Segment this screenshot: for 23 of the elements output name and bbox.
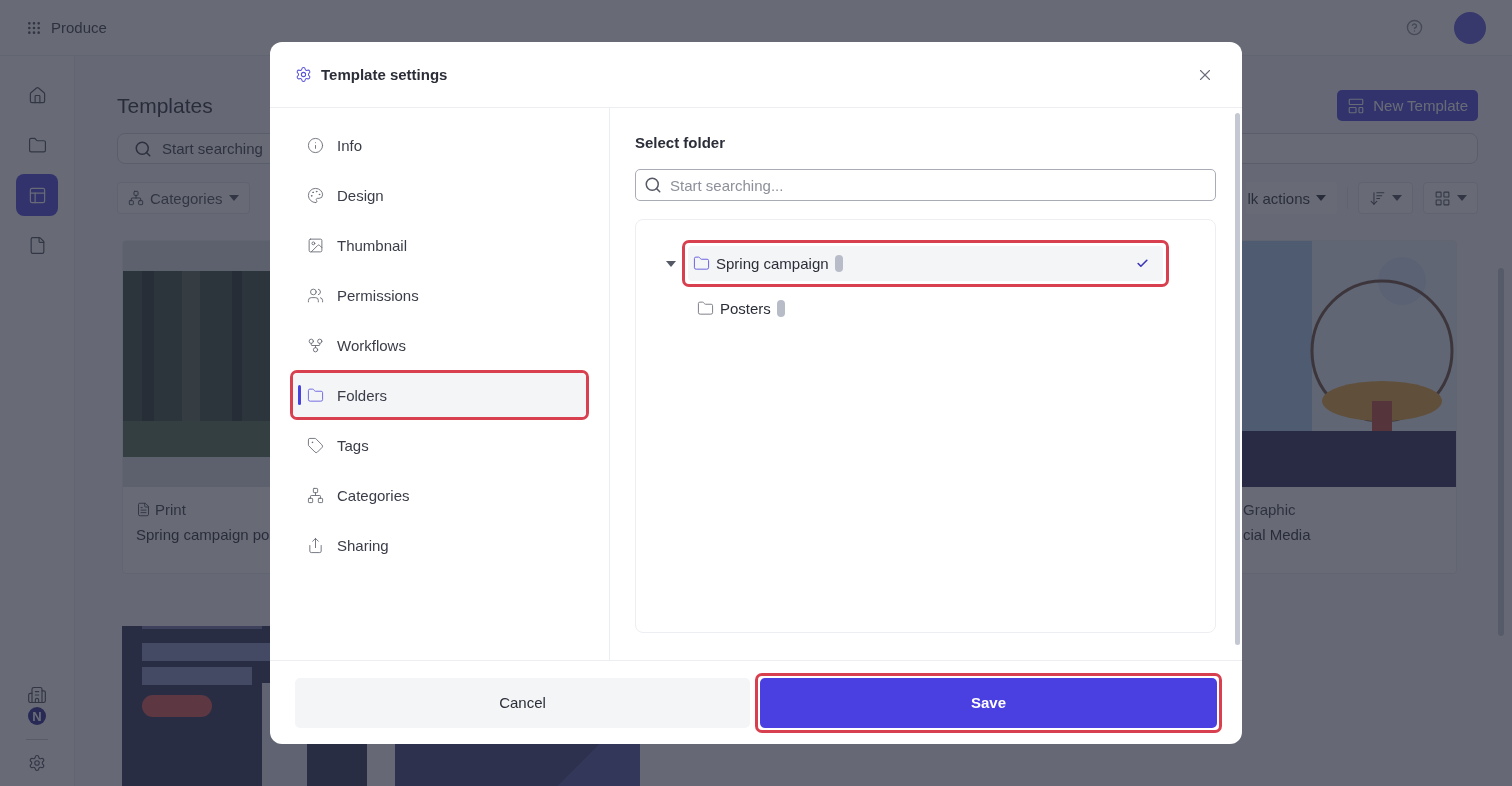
card-title: Spring campaign po — [136, 526, 270, 543]
dialog-title: Template settings — [321, 66, 449, 83]
folder-row[interactable]: Posters — [692, 291, 1169, 326]
card-category: Print — [155, 501, 186, 518]
folder-name: Posters — [720, 300, 771, 317]
settings-nav-item[interactable]: Sharing — [290, 520, 589, 570]
settings-nav-item[interactable]: Categories — [290, 470, 589, 520]
settings-nav-item[interactable]: Thumbnail — [290, 220, 589, 270]
card-category: Graphic — [1243, 501, 1296, 518]
settings-nav-item[interactable]: Design — [290, 170, 589, 220]
card-title: cial Media — [1243, 526, 1311, 543]
cancel-button[interactable]: Cancel — [295, 677, 750, 728]
save-button[interactable]: Save — [760, 677, 1217, 728]
settings-nav-item[interactable]: Tags — [290, 420, 589, 470]
settings-nav-item[interactable]: Permissions — [290, 270, 589, 320]
folder-row[interactable]: Spring campaign — [688, 246, 1163, 281]
settings-nav-item[interactable]: Folders — [293, 373, 586, 417]
section-heading: Select folder — [635, 134, 727, 151]
app-name: Produce — [51, 19, 107, 36]
settings-nav-item[interactable]: Workflows — [290, 320, 589, 370]
folder-name: Spring campaign — [716, 255, 829, 272]
settings-nav-item[interactable]: Info — [290, 120, 589, 170]
page-title: Templates — [117, 93, 213, 118]
